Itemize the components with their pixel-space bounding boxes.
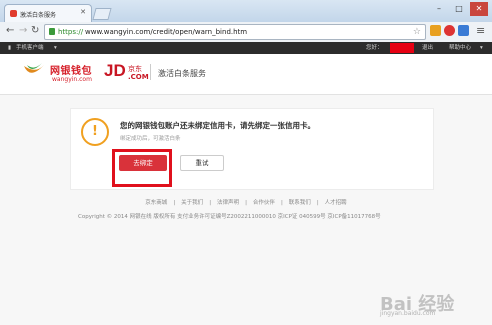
- footer-link[interactable]: 联系我们: [289, 200, 311, 206]
- footer-link[interactable]: 京东商城: [145, 200, 167, 206]
- favicon-icon: [10, 10, 17, 17]
- maximize-button[interactable]: □: [450, 2, 468, 16]
- new-tab-button[interactable]: [92, 8, 112, 20]
- reload-icon[interactable]: ↻: [31, 25, 39, 36]
- copyright: Copyright © 2014 网银在线 版权所有 支付业务许可证编号Z200…: [78, 214, 381, 220]
- lock-icon: [49, 28, 55, 35]
- forward-icon[interactable]: →: [19, 25, 27, 36]
- address-bar[interactable]: https:// www.wangyin.com/credit/open/war…: [44, 24, 426, 40]
- notice-message: 您的网银钱包账户还未绑定信用卡，请先绑定一张信用卡。: [120, 121, 315, 130]
- footer-links: 京东商城 | 关于我们 | 法律声明 | 合作伙伴 | 联系我们 | 人才招聘: [145, 200, 347, 206]
- minimize-button[interactable]: –: [430, 2, 448, 16]
- notice-subtext: 绑定成功后，可激活白条: [120, 136, 181, 142]
- footer-link[interactable]: 人才招聘: [325, 200, 347, 206]
- jd-logo: JD: [104, 61, 126, 80]
- retry-button[interactable]: 重试: [180, 155, 224, 171]
- logo-text: 网银钱包: [50, 66, 92, 77]
- menu-icon[interactable]: ≡: [476, 24, 485, 37]
- back-icon[interactable]: ←: [6, 25, 14, 36]
- url-protocol: https://: [58, 28, 84, 36]
- site-topbar: ▮ 手机客户端 ▾ 您好： 退出 帮助中心 ▾: [0, 42, 492, 54]
- help-link[interactable]: 帮助中心: [449, 42, 471, 54]
- chevron-down-icon: ▾: [54, 45, 57, 51]
- phone-icon: ▮: [8, 45, 12, 51]
- wangyin-logo-icon: [24, 63, 44, 73]
- header-divider: [150, 64, 151, 80]
- extension-icon[interactable]: [458, 25, 469, 36]
- chevron-down-icon: ▾: [480, 45, 483, 51]
- greeting: 您好：: [366, 45, 383, 51]
- extension-icon[interactable]: [430, 25, 441, 36]
- page-title: 激活白条服务: [158, 69, 206, 78]
- footer-link[interactable]: 法律声明: [217, 200, 239, 206]
- close-tab-icon[interactable]: ✕: [80, 8, 86, 16]
- logo-domain: wangyin.com: [52, 76, 92, 83]
- mobile-client-link[interactable]: 手机客户端: [16, 42, 44, 54]
- baidu-watermark-sub: jingyan.baidu.com: [380, 310, 436, 317]
- extension-icon[interactable]: [444, 25, 455, 36]
- footer-link[interactable]: 关于我们: [181, 200, 203, 206]
- bookmark-star-icon[interactable]: ☆: [413, 25, 421, 39]
- browser-tab[interactable]: 激活白条服务 ✕: [4, 4, 92, 23]
- url-text: www.wangyin.com/credit/open/warn_bind.ht…: [85, 28, 248, 36]
- tab-title: 激活白条服务: [20, 12, 57, 19]
- jd-logo-com: .COM: [128, 73, 149, 81]
- redacted-username: [390, 43, 414, 53]
- logout-link[interactable]: 退出: [422, 42, 433, 54]
- warning-icon: !: [81, 118, 109, 146]
- close-window-button[interactable]: ✕: [470, 2, 488, 16]
- highlight-box: [112, 149, 172, 187]
- footer-link[interactable]: 合作伙伴: [253, 200, 275, 206]
